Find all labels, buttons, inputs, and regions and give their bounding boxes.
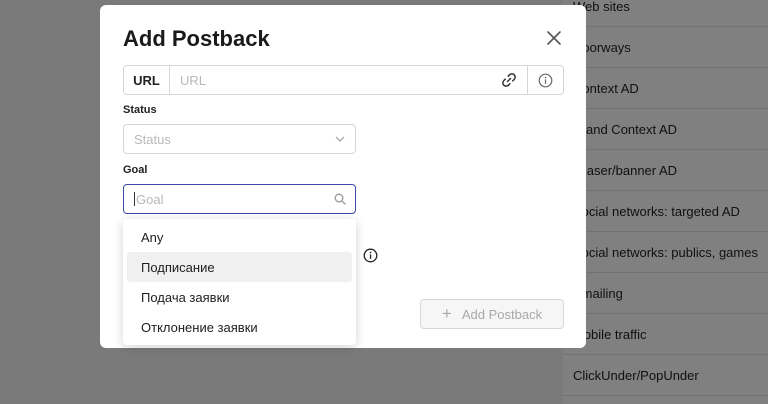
goal-option[interactable]: Подача заявки — [127, 282, 352, 312]
url-addon-label: URL — [124, 66, 170, 94]
goal-select[interactable]: Goal — [123, 184, 356, 214]
search-icon — [334, 193, 346, 205]
close-icon — [547, 31, 561, 45]
modal-title: Add Postback — [123, 26, 270, 51]
status-placeholder: Status — [134, 131, 171, 147]
goal-option[interactable]: Any — [127, 222, 352, 252]
goal-option[interactable]: Отклонение заявки — [127, 312, 352, 342]
plus-icon: + — [441, 304, 452, 323]
url-field-group: URL — [123, 65, 564, 95]
add-postback-button[interactable]: + Add Postback — [420, 299, 564, 329]
goal-label: Goal — [123, 164, 148, 176]
chevron-down-icon — [335, 136, 345, 142]
link-button[interactable] — [491, 66, 527, 94]
add-postback-modal: Add Postback URL Status Status — [100, 5, 586, 348]
info-icon[interactable] — [363, 248, 378, 263]
status-label: Status — [123, 104, 157, 116]
status-select[interactable]: Status — [123, 124, 356, 154]
close-button[interactable] — [543, 27, 565, 49]
goal-dropdown: Any Подписание Подача заявки Отклонение … — [123, 219, 356, 345]
goal-option[interactable]: Подписание — [127, 252, 352, 282]
add-postback-label: Add Postback — [461, 306, 543, 322]
text-cursor — [134, 192, 135, 206]
url-input[interactable] — [170, 66, 491, 94]
goal-placeholder: Goal — [136, 191, 164, 207]
url-info-button[interactable] — [527, 66, 563, 94]
link-icon — [502, 73, 516, 87]
info-icon — [538, 73, 553, 87]
